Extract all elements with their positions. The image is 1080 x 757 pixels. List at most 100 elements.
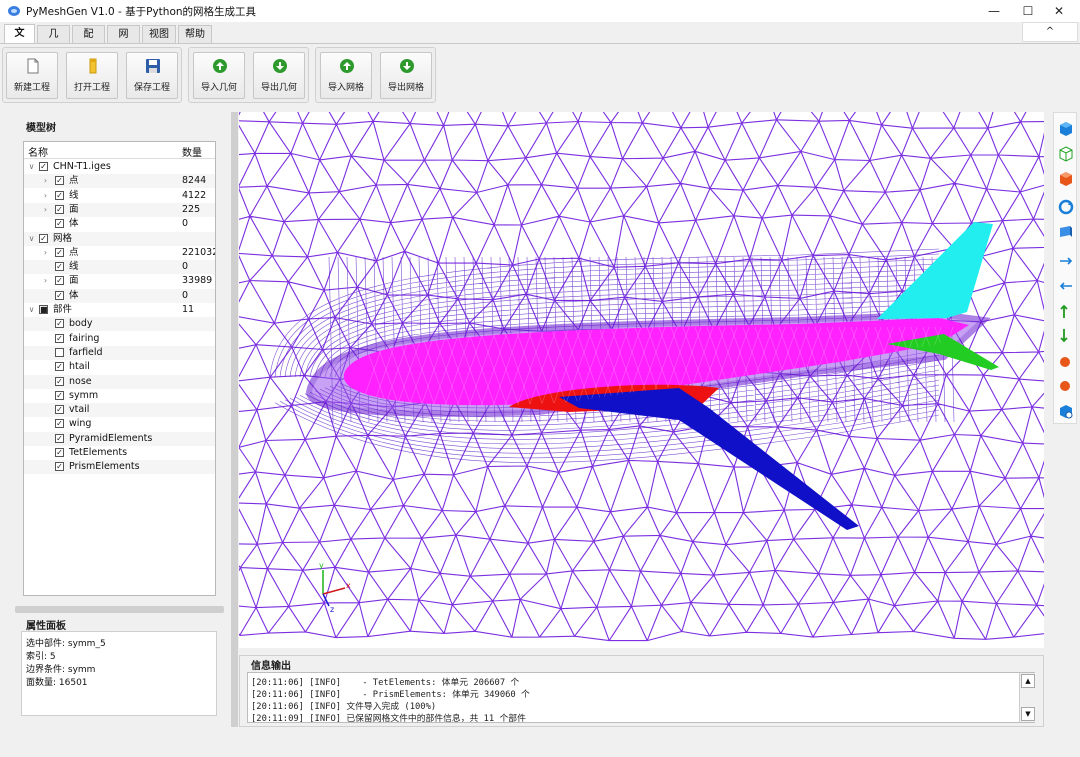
import-geometry-button[interactable]: 导入几何 — [193, 52, 245, 99]
tree-item-label: wing — [69, 418, 92, 430]
expand-arrow-icon[interactable]: › — [41, 274, 50, 288]
horizontal-splitter[interactable] — [15, 606, 224, 613]
expand-arrow-icon[interactable]: › — [41, 189, 50, 203]
tree-checkbox[interactable]: ✓ — [39, 162, 48, 171]
tab-config[interactable]: 配置 — [72, 25, 105, 58]
expand-arrow-icon[interactable]: ∨ — [27, 232, 36, 246]
tree-checkbox[interactable]: ✓ — [55, 448, 64, 457]
tree-row[interactable]: ✓ nose — [24, 374, 215, 389]
tree-row[interactable]: ✓ PyramidElements — [24, 431, 215, 446]
tree-checkbox[interactable]: ✓ — [55, 433, 64, 443]
cube-blue-icon[interactable] — [1058, 121, 1074, 137]
tree-checkbox[interactable]: ✓ — [55, 219, 64, 229]
tree-row[interactable]: farfield — [24, 345, 215, 360]
tab-geometry[interactable]: 几何 — [37, 25, 70, 58]
surface-icon[interactable] — [1058, 224, 1074, 240]
export-mesh-button[interactable]: 导出网格 — [380, 52, 432, 99]
z-axis-plus-icon[interactable] — [1058, 353, 1074, 369]
scroll-up-button[interactable]: ▲ — [1021, 674, 1035, 688]
tree-item-label: symm — [69, 389, 99, 401]
expand-arrow-icon[interactable]: › — [41, 203, 50, 217]
tree-item-label: 部件 — [53, 304, 73, 315]
tree-checkbox[interactable]: ✓ — [55, 290, 64, 300]
mesh-viewport[interactable]: y x z — [239, 112, 1044, 648]
tree-checkbox[interactable]: ✓ — [55, 190, 64, 200]
export-geometry-button[interactable]: 导出几何 — [253, 52, 305, 99]
tree-row[interactable]: › ✓ 线 4122 — [24, 189, 215, 203]
tree-checkbox[interactable]: ■ — [39, 305, 48, 314]
tree-row[interactable]: › ✓ 点 8244 — [24, 174, 215, 189]
cube-green-icon[interactable] — [1058, 146, 1074, 162]
tree-checkbox[interactable]: ✓ — [55, 276, 64, 286]
tree-row[interactable]: ✓ PrismElements — [24, 460, 215, 475]
y-axis-minus-icon[interactable] — [1058, 328, 1074, 344]
tree-row[interactable]: ✓ symm — [24, 389, 215, 403]
tree-checkbox[interactable]: ✓ — [55, 319, 64, 329]
tree-checkbox[interactable]: ✓ — [55, 247, 64, 257]
tree-row[interactable]: ✓ 体 0 — [24, 288, 215, 303]
properties-title: 属性面板 — [26, 621, 66, 632]
tree-row[interactable]: › ✓ 面 225 — [24, 202, 215, 217]
tree-row[interactable]: ∨ ■ 部件 11 — [24, 303, 215, 317]
tree-item-count: 8244 — [182, 175, 207, 187]
expand-arrow-icon[interactable]: ∨ — [27, 160, 36, 174]
tree-row[interactable]: ✓ body — [24, 317, 215, 332]
z-axis-minus-icon[interactable] — [1058, 377, 1074, 393]
tree-checkbox[interactable]: ✓ — [55, 262, 64, 272]
tree-checkbox[interactable]: ✓ — [55, 419, 64, 429]
tab-file[interactable]: 文件 — [4, 24, 35, 57]
open-project-button[interactable]: 打开工程 — [66, 52, 118, 99]
tree-row[interactable]: › ✓ 点 221032 — [24, 246, 215, 260]
tree-checkbox[interactable]: ✓ — [55, 390, 64, 400]
tab-help[interactable]: 帮助 — [178, 25, 212, 43]
tab-mesh[interactable]: 网格 — [107, 25, 140, 58]
x-axis-line — [322, 587, 346, 595]
tree-row[interactable]: ✓ fairing — [24, 332, 215, 346]
expand-arrow-icon[interactable]: › — [41, 246, 50, 260]
import-mesh-button[interactable]: 导入网格 — [320, 52, 372, 99]
output-scrollbar[interactable]: ▲ ▼ — [1019, 673, 1035, 722]
scroll-down-button[interactable]: ▼ — [1021, 707, 1035, 721]
x-axis-plus-icon[interactable] — [1058, 251, 1074, 267]
save-icon — [146, 59, 160, 73]
tree-item-label: 体 — [69, 289, 79, 301]
tree-checkbox[interactable]: ✓ — [55, 376, 64, 386]
tree-row[interactable]: › ✓ 面 33989 — [24, 274, 215, 288]
cube-orange-icon[interactable] — [1058, 171, 1074, 187]
tree-item-count: 0 — [182, 261, 189, 273]
tree-row[interactable]: ✓ htail — [24, 360, 215, 374]
tree-checkbox[interactable]: ✓ — [55, 333, 64, 343]
ribbon-collapse-button[interactable]: ^ — [1022, 22, 1078, 42]
tree-row[interactable]: ✓ vtail — [24, 403, 215, 418]
tree-row[interactable]: ✓ wing — [24, 417, 215, 431]
tab-view[interactable]: 视图 — [142, 25, 176, 43]
tree-row[interactable]: ✓ 线 0 — [24, 260, 215, 275]
y-axis-plus-icon[interactable] — [1058, 303, 1074, 319]
mesh-canvas: y x z — [239, 112, 1044, 642]
tree-checkbox[interactable] — [55, 347, 64, 357]
tree-row[interactable]: ∨ ✓ 网格 — [24, 231, 215, 246]
iso-view-icon[interactable] — [1058, 403, 1074, 419]
save-project-button[interactable]: 保存工程 — [126, 52, 178, 99]
tree-checkbox[interactable]: ✓ — [55, 362, 64, 372]
x-axis-minus-icon[interactable] — [1058, 276, 1074, 292]
output-log[interactable]: [20:11:06] [INFO] - TetElements: 体单元 206… — [247, 672, 1035, 723]
new-project-button[interactable]: 新建工程 — [6, 52, 58, 99]
tree-checkbox[interactable]: ✓ — [39, 233, 48, 243]
rotate-icon[interactable] — [1058, 199, 1074, 215]
header-count: 数量 — [182, 148, 202, 159]
expand-arrow-icon[interactable]: ∨ — [27, 303, 36, 317]
expand-arrow-icon[interactable]: › — [41, 174, 50, 188]
tree-checkbox[interactable]: ✓ — [55, 176, 64, 186]
close-button[interactable]: ✕ — [1036, 0, 1080, 22]
arrow-up-circle-icon — [340, 59, 354, 73]
tree-row[interactable]: ∨ ✓ CHN-T1.iges — [24, 160, 215, 174]
tree-item-label: PyramidElements — [69, 432, 153, 444]
tree-row[interactable]: ✓ 体 0 — [24, 217, 215, 231]
properties-panel: 选中部件: symm_5 索引: 5 边界条件: symm 面数量: 16501 — [21, 631, 217, 716]
tree-checkbox[interactable]: ✓ — [55, 462, 64, 472]
tree-checkbox[interactable]: ✓ — [55, 405, 64, 415]
vertical-splitter[interactable] — [231, 112, 238, 727]
tree-checkbox[interactable]: ✓ — [55, 204, 64, 214]
tree-row[interactable]: ✓ TetElements — [24, 446, 215, 460]
